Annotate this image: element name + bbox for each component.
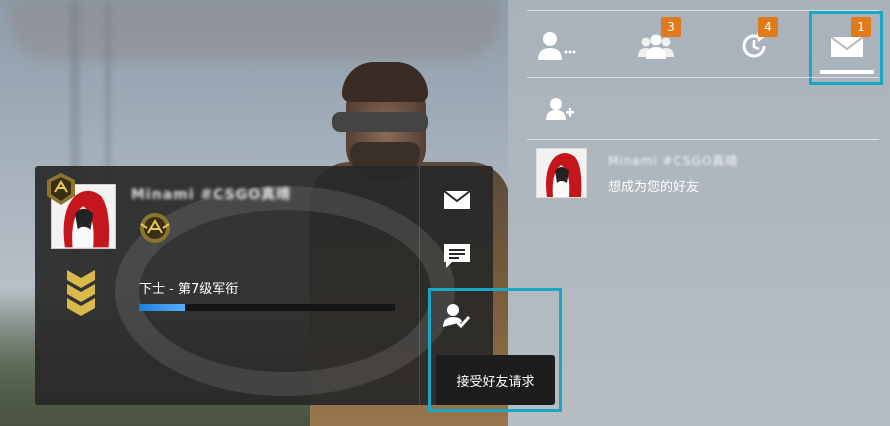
person-icon bbox=[538, 32, 576, 60]
tab-activity[interactable] bbox=[718, 10, 790, 82]
card-divider bbox=[419, 166, 420, 405]
friends-panel: 3 4 1 Minami #CSGO真晴 想成为您的好友 bbox=[508, 0, 890, 426]
add-friend-button[interactable] bbox=[546, 97, 574, 121]
activity-count-badge: 4 bbox=[758, 17, 778, 37]
tab-group[interactable] bbox=[620, 10, 692, 82]
character-sunglasses bbox=[332, 112, 428, 132]
panel-divider bbox=[527, 77, 879, 78]
player-profile-card: Minami #CSGO真晴 下士 - 第7级军衔 bbox=[35, 166, 493, 405]
highlight-box-mail-tab bbox=[809, 11, 883, 85]
rank-label: 下士 - 第7级军衔 bbox=[139, 282, 239, 297]
friend-request-name: Minami #CSGO真晴 bbox=[608, 154, 739, 168]
add-friend-icon bbox=[546, 98, 574, 120]
tooltip: 接受好友请求 bbox=[436, 355, 555, 405]
anime-avatar-image bbox=[537, 149, 586, 197]
service-medal-icon bbox=[45, 172, 77, 206]
panel-divider bbox=[527, 139, 879, 140]
rank-chevrons-icon bbox=[65, 266, 97, 322]
tab-friends[interactable] bbox=[520, 10, 592, 82]
achievement-medal-icon bbox=[137, 210, 173, 246]
avatar bbox=[536, 148, 587, 198]
friend-request-message: 想成为您的好友 bbox=[608, 180, 700, 195]
chat-bubble-icon bbox=[444, 244, 470, 268]
character-hair bbox=[342, 62, 428, 102]
send-message-button[interactable] bbox=[435, 182, 479, 218]
background-water-tower bbox=[10, 0, 500, 60]
xp-progress-fill bbox=[139, 304, 186, 311]
group-count-badge: 3 bbox=[661, 17, 681, 37]
xp-progress-bar bbox=[139, 304, 395, 311]
player-name: Minami #CSGO真晴 bbox=[131, 187, 292, 203]
chat-button[interactable] bbox=[435, 238, 479, 274]
friend-request-item[interactable]: Minami #CSGO真晴 想成为您的好友 bbox=[536, 148, 876, 198]
mail-icon bbox=[444, 191, 470, 209]
